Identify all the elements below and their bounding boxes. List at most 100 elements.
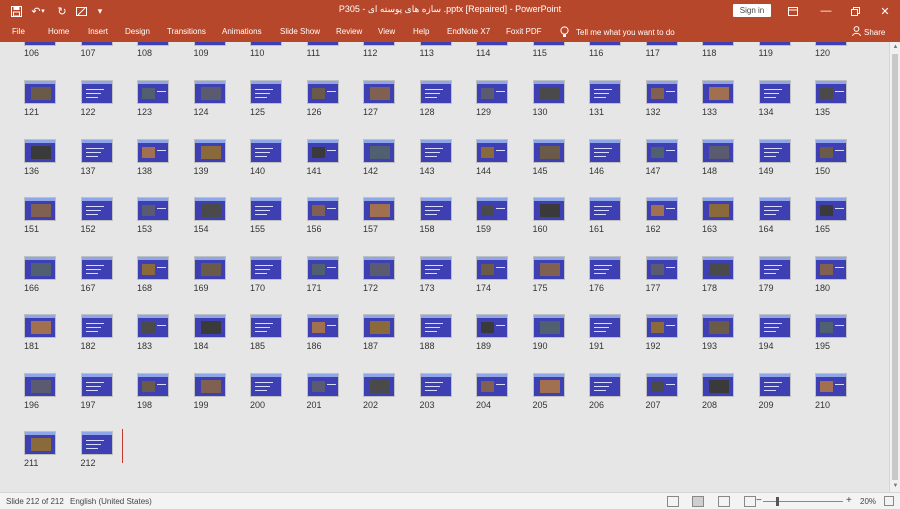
- slide-thumbnail[interactable]: [476, 138, 508, 163]
- slide-thumbnail[interactable]: [589, 314, 621, 338]
- slide-thumbnail[interactable]: [24, 42, 56, 46]
- slide-thumbnail[interactable]: [80, 42, 113, 46]
- slide-thumbnail[interactable]: [589, 372, 621, 397]
- slide-thumbnail[interactable]: [250, 314, 282, 338]
- reading-view-icon[interactable]: [718, 496, 730, 507]
- slide-thumbnail[interactable]: [532, 138, 565, 163]
- slide-thumbnail[interactable]: [363, 197, 395, 221]
- slide-thumbnail[interactable]: [193, 197, 226, 221]
- slide-thumbnail[interactable]: [702, 138, 734, 163]
- tab-slide-show[interactable]: Slide Show: [280, 27, 320, 36]
- slide-thumbnail[interactable]: [419, 372, 452, 397]
- slide-thumbnail[interactable]: [758, 314, 791, 338]
- slide-thumbnail[interactable]: [137, 372, 169, 397]
- slide-thumbnail[interactable]: [419, 138, 452, 163]
- tab-endnote[interactable]: EndNote X7: [447, 27, 490, 36]
- slide-thumbnail[interactable]: [137, 138, 169, 163]
- slide-thumbnail[interactable]: [645, 80, 678, 104]
- slide-thumbnail[interactable]: [476, 80, 508, 104]
- slide-thumbnail[interactable]: [645, 372, 678, 397]
- slide-thumbnail[interactable]: [589, 138, 621, 163]
- slide-thumbnail[interactable]: [645, 197, 678, 221]
- language-indicator[interactable]: English (United States): [70, 497, 152, 506]
- slide-thumbnail[interactable]: [193, 42, 226, 46]
- close-icon[interactable]: ✕: [876, 2, 894, 20]
- slide-thumbnail[interactable]: [758, 372, 791, 397]
- slide-thumbnail[interactable]: [80, 372, 113, 397]
- slide-thumbnail[interactable]: [702, 80, 734, 104]
- slide-thumbnail[interactable]: [250, 42, 282, 46]
- tab-insert[interactable]: Insert: [88, 27, 108, 36]
- zoom-level[interactable]: 20%: [860, 497, 876, 506]
- minimize-icon[interactable]: —: [817, 2, 835, 20]
- slide-thumbnail[interactable]: [363, 372, 395, 397]
- slide-thumbnail[interactable]: [80, 197, 113, 221]
- tab-design[interactable]: Design: [125, 27, 150, 36]
- slide-show-view-icon[interactable]: [744, 496, 756, 507]
- slide-thumbnail[interactable]: [476, 255, 508, 280]
- slide-thumbnail[interactable]: [306, 372, 339, 397]
- slide-thumbnail[interactable]: [306, 42, 339, 46]
- slide-thumbnail[interactable]: [476, 372, 508, 397]
- slide-thumbnail[interactable]: [815, 80, 847, 104]
- tab-view[interactable]: View: [378, 27, 395, 36]
- slide-thumbnail[interactable]: [419, 314, 452, 338]
- slide-thumbnail[interactable]: [250, 372, 282, 397]
- slide-thumbnail[interactable]: [702, 42, 734, 46]
- slide-thumbnail[interactable]: [815, 197, 847, 221]
- zoom-slider-thumb[interactable]: [776, 497, 779, 506]
- slide-thumbnail[interactable]: [702, 197, 734, 221]
- slide-thumbnail[interactable]: [645, 314, 678, 338]
- undo-dropdown-icon[interactable]: ▾: [39, 3, 47, 19]
- customize-quick-access-icon[interactable]: [73, 3, 89, 19]
- slide-thumbnail[interactable]: [80, 80, 113, 104]
- slide-thumbnail[interactable]: [645, 42, 678, 46]
- redo-icon[interactable]: ↻: [54, 3, 70, 19]
- slide-thumbnail[interactable]: [363, 314, 395, 338]
- zoom-in-button[interactable]: +: [846, 495, 852, 506]
- zoom-slider[interactable]: [763, 501, 843, 502]
- slide-thumbnail[interactable]: [193, 314, 226, 338]
- quick-access-dropdown-icon[interactable]: ▾: [92, 3, 108, 19]
- slide-thumbnail[interactable]: [532, 197, 565, 221]
- slide-thumbnail[interactable]: [702, 255, 734, 280]
- slide-thumbnail[interactable]: [419, 255, 452, 280]
- slide-thumbnail[interactable]: [137, 42, 169, 46]
- slide-thumbnail[interactable]: [363, 138, 395, 163]
- ribbon-display-options-icon[interactable]: [784, 2, 802, 20]
- slide-thumbnail[interactable]: [80, 138, 113, 163]
- restore-icon[interactable]: [846, 2, 864, 20]
- slide-thumbnail[interactable]: [645, 138, 678, 163]
- slide-thumbnail[interactable]: [306, 255, 339, 280]
- slide-thumbnail[interactable]: [476, 197, 508, 221]
- tab-home[interactable]: Home: [48, 27, 69, 36]
- slide-thumbnail[interactable]: [24, 255, 56, 280]
- slide-thumbnail[interactable]: [24, 197, 56, 221]
- slide-thumbnail[interactable]: [589, 80, 621, 104]
- selected-slide-thumbnail[interactable]: [80, 431, 113, 455]
- slide-thumbnail[interactable]: [193, 255, 226, 280]
- slide-thumbnail[interactable]: [532, 372, 565, 397]
- fit-to-window-icon[interactable]: [884, 496, 894, 506]
- slide-thumbnail[interactable]: [24, 431, 56, 455]
- share-button[interactable]: Share: [852, 26, 885, 38]
- slide-thumbnail[interactable]: [476, 42, 508, 46]
- slide-thumbnail[interactable]: [137, 314, 169, 338]
- scroll-thumb[interactable]: [892, 54, 898, 480]
- slide-thumbnail[interactable]: [532, 80, 565, 104]
- slide-thumbnail[interactable]: [250, 197, 282, 221]
- slide-thumbnail[interactable]: [306, 197, 339, 221]
- tab-review[interactable]: Review: [336, 27, 362, 36]
- slide-thumbnail[interactable]: [137, 255, 169, 280]
- slide-thumbnail[interactable]: [645, 255, 678, 280]
- slide-thumbnail[interactable]: [815, 255, 847, 280]
- slide-thumbnail[interactable]: [306, 80, 339, 104]
- slide-thumbnail[interactable]: [250, 80, 282, 104]
- slide-thumbnail[interactable]: [80, 255, 113, 280]
- sign-in-button[interactable]: Sign in: [733, 4, 771, 17]
- slide-thumbnail[interactable]: [250, 138, 282, 163]
- scroll-up-icon[interactable]: ▲: [891, 43, 900, 52]
- slide-thumbnail[interactable]: [363, 42, 395, 46]
- slide-thumbnail[interactable]: [758, 255, 791, 280]
- tell-me-search[interactable]: Tell me what you want to do: [558, 25, 675, 39]
